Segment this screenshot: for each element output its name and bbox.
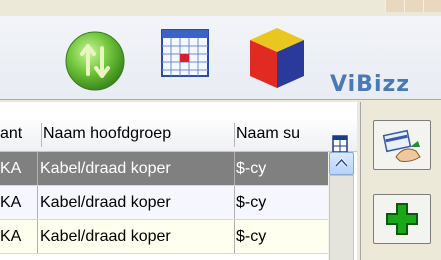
side-button-panel — [360, 102, 441, 260]
window-top-bar — [0, 0, 441, 16]
column-divider[interactable] — [41, 123, 42, 147]
table-row[interactable]: KA Kabel/draad koper $-cy — [0, 186, 328, 220]
toolbar: ViBizz — [0, 16, 441, 100]
window-button[interactable] — [423, 0, 441, 12]
table-cell: KA — [0, 160, 22, 177]
add-button[interactable] — [373, 194, 431, 244]
brand-name: ViBizz — [330, 72, 411, 97]
payment-card-icon — [382, 129, 421, 162]
table-cell: $-cy — [236, 160, 267, 177]
scroll-thumb[interactable] — [329, 175, 354, 260]
column-divider[interactable] — [234, 123, 235, 147]
column-header-naam-sub[interactable]: Naam su — [236, 117, 326, 151]
column-header-naam-hoofdgroep[interactable]: Naam hoofdgroep — [43, 117, 233, 151]
toolbar-divider — [0, 99, 441, 100]
table-cell: KA — [0, 228, 22, 245]
column-chooser-icon[interactable] — [332, 135, 348, 153]
table-cell: Kabel/draad koper — [40, 194, 171, 211]
table-cell: $-cy — [236, 228, 267, 245]
column-divider — [234, 220, 235, 253]
add-icon — [386, 203, 418, 235]
scroll-up-button[interactable] — [329, 152, 354, 175]
table-cell: Kabel/draad koper — [40, 160, 171, 177]
column-divider — [234, 152, 235, 185]
panel-divider — [360, 102, 361, 260]
window-button[interactable] — [404, 0, 423, 12]
table-cell: $-cy — [236, 194, 267, 211]
payment-button[interactable] — [373, 120, 431, 170]
data-grid: ant Naam hoofdgroep Naam su KA Kabel/dra… — [0, 102, 357, 260]
vertical-scrollbar[interactable] — [328, 152, 354, 260]
cube-logo-icon — [246, 24, 308, 97]
column-divider — [234, 186, 235, 219]
grid-header: ant Naam hoofdgroep Naam su — [0, 117, 357, 153]
chevron-up-icon — [334, 157, 349, 168]
table-row[interactable]: KA Kabel/draad koper $-cy — [0, 220, 328, 254]
table-cell: Kabel/draad koper — [40, 228, 171, 245]
sync-icon[interactable] — [62, 28, 128, 99]
window-button[interactable] — [385, 0, 404, 12]
table-row[interactable]: KA Kabel/draad koper $-cy — [0, 152, 328, 186]
table-cell: KA — [0, 194, 22, 211]
calendar-icon[interactable] — [160, 28, 210, 83]
column-header[interactable]: ant — [0, 117, 40, 151]
